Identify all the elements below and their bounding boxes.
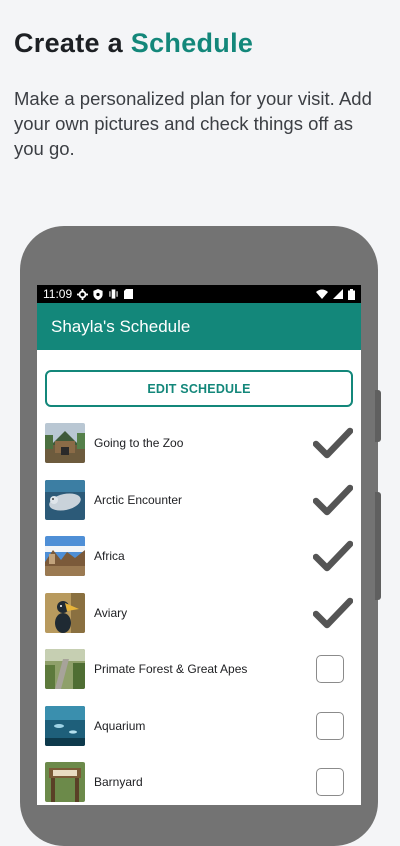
schedule-item-label: Barnyard [94,775,143,790]
checkbox-unchecked[interactable] [313,652,353,686]
shield-icon [93,288,103,300]
aquarium-thumbnail [45,705,85,746]
seal-thumbnail [45,479,85,520]
status-bar: 11:09 [37,285,361,303]
empty-checkbox-icon [316,768,344,797]
empty-checkbox-icon [316,655,344,684]
schedule-item-africa[interactable]: Africa [45,528,353,585]
primate-forest-thumbnail [45,649,85,690]
barnyard-thumbnail [45,762,85,803]
schedule-item-label: Arctic Encounter [94,492,183,507]
schedule-item-aviary[interactable]: Aviary [45,585,353,642]
schedule-list: Going to the Zoo Arctic Encounter Africa… [45,415,353,805]
checkmark-icon[interactable] [313,539,353,573]
phone-volume-button [375,390,381,442]
status-time: 11:09 [43,287,73,301]
checkmark-icon[interactable] [313,426,353,460]
africa-thumbnail [45,536,85,577]
zoo-entrance-thumbnail [45,423,85,464]
schedule-item-going-to-the-zoo[interactable]: Going to the Zoo [45,415,353,472]
schedule-item-label: Aquarium [94,718,146,733]
schedule-content: EDIT SCHEDULE Going to the Zoo Arctic En… [37,370,361,805]
schedule-item-label: Primate Forest & Great Apes [94,662,248,677]
schedule-item-label: Going to the Zoo [94,436,184,451]
app-bar: Shayla's Schedule [37,303,361,350]
sd-card-icon [124,289,134,299]
promo-subtitle: Make a personalized plan for your visit.… [14,88,372,159]
checkmark-icon[interactable] [313,483,353,517]
empty-checkbox-icon [316,711,344,740]
app-title: Shayla's Schedule [51,316,191,336]
phone-power-button [375,492,381,600]
checkbox-unchecked[interactable] [313,709,353,743]
promo-headline: Create a Schedule [14,28,253,59]
wifi-icon [316,289,328,299]
vibrate-icon [108,289,119,299]
schedule-item-primate-forest[interactable]: Primate Forest & Great Apes [45,641,353,698]
schedule-item-barnyard[interactable]: Barnyard [45,754,353,805]
settings-icon [77,288,89,300]
hornbill-thumbnail [45,592,85,633]
phone-screen: 11:09 Shayla's Schedule EDIT SCHEDULE Go… [37,285,361,805]
checkbox-unchecked[interactable] [313,765,353,799]
edit-schedule-button[interactable]: EDIT SCHEDULE [45,370,353,407]
schedule-item-label: Aviary [94,605,128,620]
headline-accent: Schedule [130,28,254,58]
signal-icon [333,289,343,299]
schedule-item-arctic-encounter[interactable]: Arctic Encounter [45,472,353,529]
battery-icon [348,288,355,300]
checkmark-icon[interactable] [313,596,353,630]
headline-prefix: Create a [14,28,123,58]
schedule-item-label: Africa [94,549,125,564]
schedule-item-aquarium[interactable]: Aquarium [45,698,353,755]
